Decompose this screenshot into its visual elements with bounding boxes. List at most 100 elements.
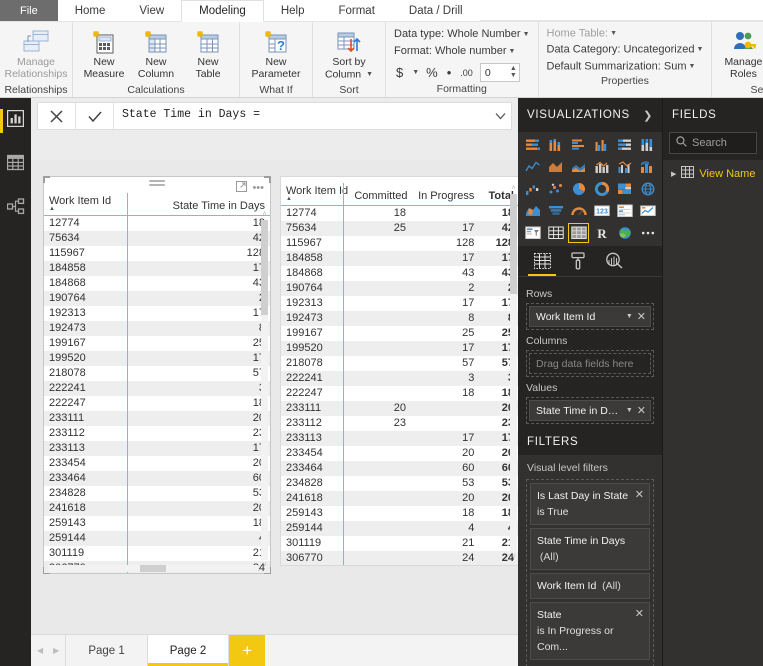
- ribbon-tab-data-drill[interactable]: Data / Drill: [392, 0, 480, 21]
- table-row[interactable]: 233112 23 23: [281, 416, 518, 431]
- table-row[interactable]: 306770 24 24: [281, 550, 518, 565]
- page-tab-page-1[interactable]: Page 1: [66, 635, 148, 666]
- line-stacked-column-chart-icon[interactable]: [591, 157, 612, 177]
- chevron-down-icon[interactable]: ▼: [626, 407, 633, 414]
- decimal-spinner-icon[interactable]: ▲ ▼: [510, 65, 517, 79]
- sidebar-item-model-view[interactable]: [0, 194, 31, 224]
- table-row[interactable]: 222247 18 18: [281, 386, 518, 401]
- table-row[interactable]: 19076422: [281, 280, 518, 296]
- table-row[interactable]: 75634 42: [44, 230, 270, 246]
- table-visual-body[interactable]: Work Item Id ▲ State Time in Days 12774 18…: [44, 193, 270, 573]
- table-row[interactable]: 233111 20: [44, 410, 270, 426]
- sidebar-item-report-view[interactable]: [0, 106, 31, 136]
- donut-chart-icon[interactable]: [591, 179, 612, 199]
- scatter-chart-icon[interactable]: [545, 179, 566, 199]
- currency-format-button[interactable]: $: [394, 65, 405, 80]
- ribbon-chart-icon[interactable]: [637, 157, 658, 177]
- table-row[interactable]: 12774 18: [44, 216, 270, 231]
- formula-cancel-button[interactable]: [38, 103, 76, 129]
- table-row[interactable]: 222241 3: [44, 380, 270, 396]
- ribbon-tab-help[interactable]: Help: [264, 0, 322, 21]
- filter-card-state-time-in-days[interactable]: State Time in Days (All): [530, 528, 650, 570]
- arcgis-map-icon[interactable]: [614, 223, 635, 243]
- table-row[interactable]: 241618 20: [44, 500, 270, 516]
- waterfall-chart-icon[interactable]: [522, 179, 543, 199]
- remove-field-icon[interactable]: ✕: [637, 310, 646, 323]
- ribbon-tab-format[interactable]: Format: [321, 0, 391, 21]
- table-row[interactable]: 115967 128 128: [281, 236, 518, 251]
- matrix-col-header-work-item-id[interactable]: Work Item Id ▲: [281, 183, 350, 206]
- pie-chart-icon[interactable]: [568, 179, 589, 199]
- thousands-separator-button[interactable]: •: [445, 65, 454, 80]
- data-type-dropdown[interactable]: Data type: Whole Number ▼: [394, 26, 530, 42]
- field-chip-state-time-in-days[interactable]: State Time in Days ▼ ✕: [529, 400, 651, 421]
- columns-drop-placeholder[interactable]: Drag data fields here: [529, 353, 651, 374]
- formula-input[interactable]: State Time in Days =: [114, 103, 489, 129]
- table-scroll-track[interactable]: [261, 220, 268, 560]
- visual-level-filters-group[interactable]: ✕ Is Last Day in State is True State Tim…: [526, 479, 654, 666]
- matrix-icon[interactable]: [568, 223, 589, 243]
- manage-roles-button[interactable]: Manage Roles: [717, 25, 763, 80]
- formula-expand-button[interactable]: [489, 103, 511, 129]
- chevron-right-icon[interactable]: ❯: [643, 109, 653, 122]
- funnel-icon[interactable]: [545, 201, 566, 221]
- scroll-down-icon[interactable]: ˅: [262, 562, 266, 569]
- well-values[interactable]: State Time in Days ▼ ✕: [526, 397, 654, 424]
- filter-card-work-item-id[interactable]: Work Item Id (All): [530, 573, 650, 599]
- data-category-dropdown[interactable]: Data Category: Uncategorized ▼: [547, 42, 704, 57]
- matrix-col-header-committed[interactable]: Committed: [349, 183, 412, 206]
- tab-format[interactable]: [560, 250, 596, 276]
- page-tab-page-2[interactable]: Page 2: [147, 635, 230, 666]
- remove-field-icon[interactable]: ✕: [637, 404, 646, 417]
- new-table-button[interactable]: New Table: [182, 25, 234, 80]
- area-chart-icon[interactable]: [545, 157, 566, 177]
- table-row[interactable]: 184868 43: [44, 276, 270, 291]
- map-icon[interactable]: [637, 179, 658, 199]
- table-row[interactable]: 115967 128: [44, 246, 270, 261]
- triangle-right-icon[interactable]: ▶: [671, 170, 676, 178]
- matrix-col-header-in-progress[interactable]: In Progress: [411, 183, 480, 206]
- decimal-places-stepper[interactable]: 0 ▲ ▼: [479, 63, 520, 82]
- table-row[interactable]: 22224133: [281, 370, 518, 386]
- new-column-button[interactable]: New Column: [130, 25, 182, 80]
- table-row[interactable]: 199520 17 17: [281, 340, 518, 356]
- next-page-icon[interactable]: ▶: [53, 646, 59, 655]
- table-row[interactable]: 233464 60 60: [281, 460, 518, 476]
- matrix-scroll-down-icon[interactable]: ˅: [511, 554, 515, 561]
- remove-filter-icon[interactable]: ✕: [635, 606, 644, 622]
- table-row[interactable]: 259144 4: [44, 530, 270, 546]
- table-col-header-state-time[interactable]: State Time in Days: [127, 193, 270, 216]
- more-options-icon[interactable]: •••: [252, 183, 264, 194]
- formula-commit-button[interactable]: [76, 103, 114, 129]
- stacked-area-chart-icon[interactable]: [568, 157, 589, 177]
- table-row[interactable]: 233113 17 17: [281, 430, 518, 446]
- 100-stacked-column-chart-icon[interactable]: [637, 135, 658, 155]
- table-row[interactable]: 75634 25 17 42: [281, 220, 518, 236]
- table-row[interactable]: 192313 17 17: [281, 296, 518, 311]
- table-row[interactable]: 190764 2: [44, 290, 270, 306]
- home-table-dropdown[interactable]: Home Table: ▼: [547, 26, 704, 41]
- table-row[interactable]: 218078 57: [44, 366, 270, 381]
- filled-map-icon[interactable]: [522, 201, 543, 221]
- multi-row-card-icon[interactable]: [614, 201, 635, 221]
- table-row[interactable]: 19247388: [281, 310, 518, 326]
- well-columns[interactable]: Drag data fields here: [526, 350, 654, 377]
- table-row[interactable]: 234828 53 53: [281, 476, 518, 491]
- matrix-visual[interactable]: Work Item Id ▲ Committed In Progress Tota…: [280, 176, 518, 566]
- table-row[interactable]: 259143 18 18: [281, 506, 518, 521]
- table-row[interactable]: 301119 21: [44, 546, 270, 561]
- default-summarization-dropdown[interactable]: Default Summarization: Sum ▼: [547, 59, 704, 74]
- table-row[interactable]: 259143 18: [44, 516, 270, 531]
- table-row[interactable]: 233464 60: [44, 470, 270, 486]
- field-table-view-name[interactable]: ▶ View Name: [663, 160, 763, 187]
- ribbon-tab-file[interactable]: File: [0, 0, 58, 21]
- manage-relationships-button[interactable]: Manage Relationships: [4, 25, 68, 80]
- table-row[interactable]: 233111 20 20: [281, 400, 518, 416]
- table-row[interactable]: 12774 18 18: [281, 206, 518, 221]
- percent-format-button[interactable]: %: [424, 65, 440, 80]
- table-row[interactable]: 222247 18: [44, 396, 270, 411]
- report-canvas[interactable]: ••• Work Item Id ▲ State Time in Days 12…: [31, 160, 518, 634]
- matrix-scroll-track[interactable]: [510, 194, 517, 552]
- treemap-icon[interactable]: [614, 179, 635, 199]
- line-chart-icon[interactable]: [522, 157, 543, 177]
